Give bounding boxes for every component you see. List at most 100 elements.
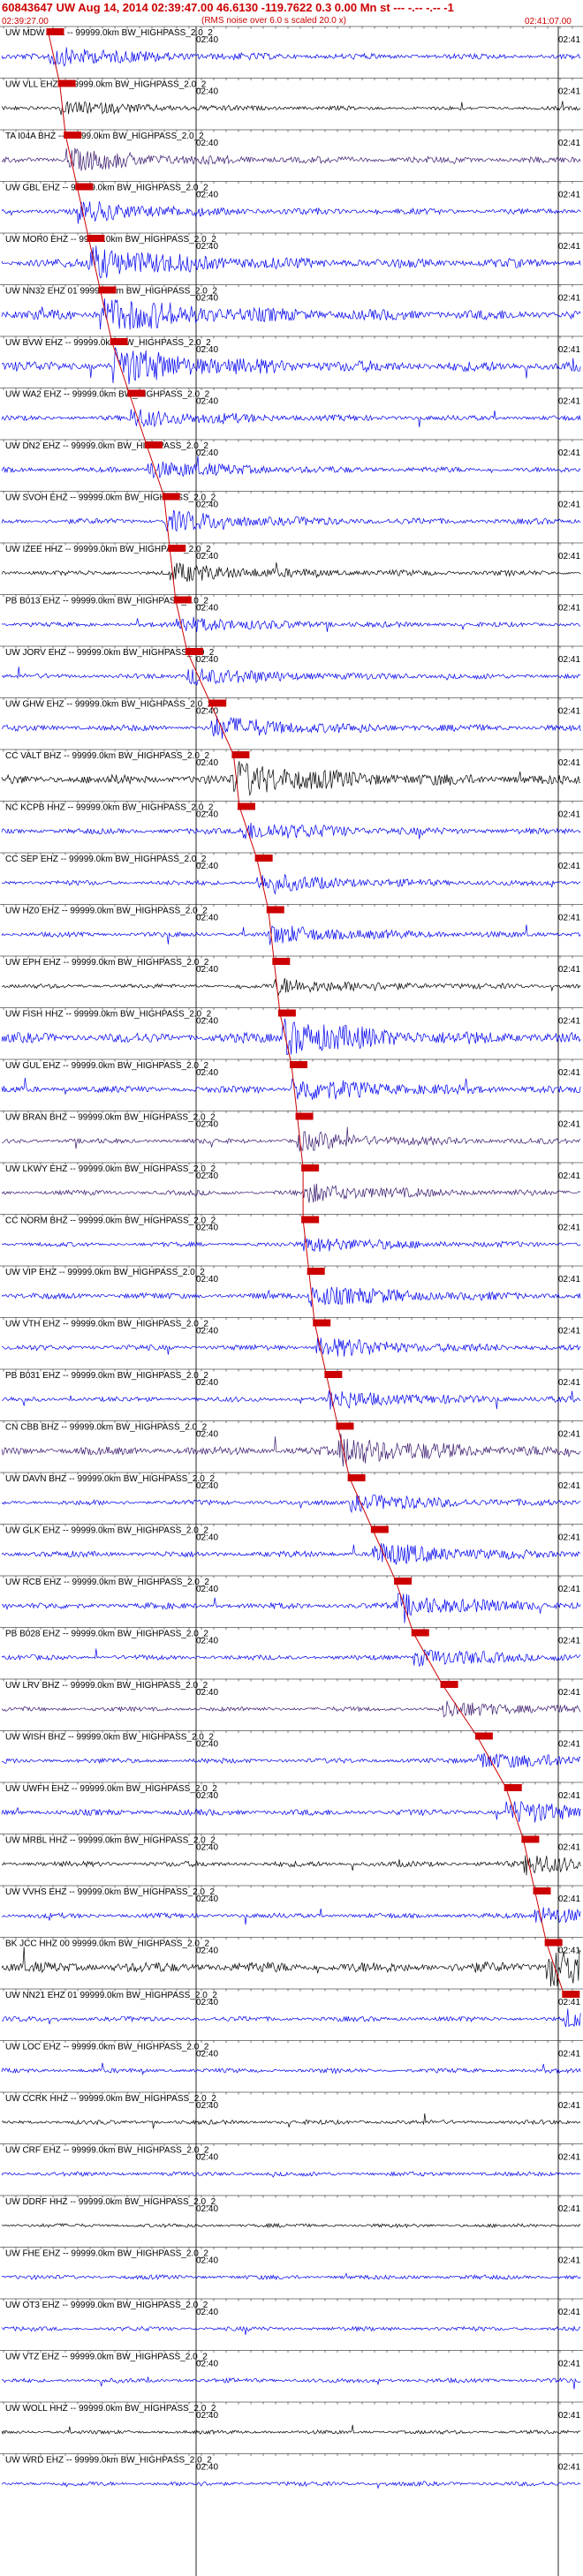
time-label-2: 02:41: [558, 862, 580, 871]
time-label-1: 02:40: [196, 2360, 218, 2369]
time-label-2: 02:41: [558, 2360, 580, 2369]
station-label: UW HZ0 EHZ -- 99999.0km BW_HIGHPASS_2.0_…: [5, 907, 208, 916]
station-label: CC NORM BHZ -- 99999.0km BW_HIGHPASS_2.0…: [5, 1216, 216, 1226]
waveform: [1, 2376, 581, 2390]
p-pick-marker: [168, 545, 186, 552]
waveform: [1, 2325, 581, 2335]
station-label: CC SEP EHZ -- 99999.0km BW_HIGHPASS_2.0_…: [5, 855, 207, 864]
time-label-1: 02:40: [196, 655, 218, 665]
time-label-1: 02:40: [196, 448, 218, 458]
time-label-2: 02:41: [558, 2204, 580, 2214]
time-label-1: 02:40: [196, 2463, 218, 2473]
time-label-1: 02:40: [196, 2153, 218, 2163]
trace-row: UW WISH BHZ -- 99999.0km BW_HIGHPASS_2.0…: [0, 1730, 583, 1768]
trace-row: UW NN21 EHZ 01 99999.0km BW_HIGHPASS_2.0…: [0, 1988, 583, 2028]
trace-row: UW LRV BHZ -- 99999.0km BW_HIGHPASS_2.0_…: [0, 1678, 583, 1718]
trace-row: PB B028 EHZ -- 99999.0km BW_HIGHPASS_2.0…: [0, 1627, 583, 1668]
trace-row: UW MOR0 EHZ -- 99999.0km BW_HIGHPASS_2.0…: [0, 232, 583, 279]
waveform: [1, 2481, 581, 2489]
time-label-1: 02:40: [196, 1017, 218, 1027]
time-label-1: 02:40: [196, 345, 218, 355]
time-label-2: 02:41: [558, 294, 580, 304]
grid-lines: [195, 26, 559, 2576]
time-label-2: 02:41: [558, 2050, 580, 2060]
station-label: CC VALT BHZ -- 99999.0km BW_HIGHPASS_2.0…: [5, 751, 209, 761]
waveform: [1, 761, 581, 796]
time-label-2: 02:41: [558, 1843, 580, 1853]
waveform: [1, 2113, 581, 2129]
waveform: [1, 1493, 581, 1514]
time-label-1: 02:40: [196, 2204, 218, 2214]
trace-row: TA I04A BHZ -- 99999.0km BW_HIGHPASS_2.0…: [0, 129, 583, 171]
waveform: [1, 201, 581, 224]
time-label-1: 02:40: [196, 1378, 218, 1388]
time-label-2: 02:41: [558, 87, 580, 97]
trace-row: UW VTH EHZ -- 99999.0km BW_HIGHPASS_2.0_…: [0, 1317, 583, 1357]
station-label: UW VTZ EHZ -- 99999.0km BW_HIGHPASS_2.0_…: [5, 2353, 208, 2362]
time-label-2: 02:41: [558, 1430, 580, 1440]
time-label-2: 02:41: [558, 914, 580, 923]
station-label: UW CRF EHZ -- 99999.0km BW_HIGHPASS_2.0_…: [5, 2146, 209, 2156]
time-label-2: 02:41: [558, 1688, 580, 1698]
trace-row: NC KCPB HHZ -- 99999.0km BW_HIGHPASS_2.0…: [0, 801, 583, 840]
station-label: UW WRD EHZ -- 99999.0km BW_HIGHPASS_2.0_…: [5, 2456, 212, 2466]
station-label: UW FHE EHZ -- 99999.0km BW_HIGHPASS_2.0_…: [5, 2249, 208, 2259]
station-label: UW GHW EHZ -- 99999.0km BW_HIGHPASS_2.0_…: [5, 700, 213, 710]
waveform: [1, 1907, 581, 1925]
waveform: [1, 245, 581, 279]
time-label-1: 02:40: [196, 1430, 218, 1440]
station-label: UW WA2 EHZ -- 99999.0km BW_HIGHPASS_2.0_…: [5, 390, 210, 400]
waveform: [1, 347, 581, 385]
waveform: [1, 147, 581, 171]
waveform: [1, 1018, 581, 1056]
waveform: [1, 101, 581, 116]
time-label-1: 02:40: [196, 1068, 218, 1078]
trace-row: UW LKWY EHZ -- 99999.0km BW_HIGHPASS_2.0…: [0, 1162, 583, 1203]
time-label-2: 02:41: [558, 2411, 580, 2421]
trace-row: UW JORV EHZ -- 99999.0km BW_HIGHPASS_2.0…: [0, 645, 583, 686]
trace-row: UW UWFH EHZ -- 99999.0km BW_HIGHPASS_2.0…: [0, 1781, 583, 1823]
waveform: [1, 924, 581, 945]
waveform: [1, 1433, 581, 1467]
time-label-2: 02:41: [558, 35, 580, 45]
station-label: UW MOR0 EHZ -- 99999.0km BW_HIGHPASS_2.0…: [5, 235, 216, 245]
time-label-1: 02:40: [196, 501, 218, 510]
time-label-2: 02:41: [558, 1791, 580, 1801]
time-label-2: 02:41: [558, 1998, 580, 2007]
waveform: [1, 822, 581, 840]
waveform: [1, 2062, 581, 2075]
p-pick-marker: [231, 751, 250, 758]
time-label-2: 02:41: [558, 1120, 580, 1130]
trace-row: CN CBB BHZ -- 99999.0km BW_HIGHPASS_2.0_…: [0, 1420, 583, 1467]
waveform: [1, 1337, 581, 1357]
time-label-2: 02:41: [558, 2256, 580, 2266]
station-label: UW SVOH EHZ -- 99999.0km BW_HIGHPASS_2.0…: [5, 493, 216, 503]
time-label-1: 02:40: [196, 1740, 218, 1750]
p-pick-marker: [411, 1629, 429, 1637]
station-label: UW LRV BHZ -- 99999.0km BW_HIGHPASS_2.0_…: [5, 1681, 208, 1691]
p-pick-marker: [266, 906, 284, 914]
rms-subtitle: (RMS noise over 6.0 s scaled 20.0 x): [201, 16, 346, 26]
time-label-1: 02:40: [196, 139, 218, 148]
waveform: [1, 1593, 581, 1623]
time-label-1: 02:40: [196, 1843, 218, 1853]
station-label: TA I04A BHZ -- 99999.0km BW_HIGHPASS_2.0…: [5, 132, 204, 141]
time-label-1: 02:40: [196, 1894, 218, 1904]
time-label-2: 02:41: [558, 191, 580, 200]
trace-row: UW WRD EHZ -- 99999.0km BW_HIGHPASS_2.0_…: [0, 2453, 583, 2489]
p-pick-marker: [307, 1268, 325, 1275]
trace-row: UW DN2 EHZ -- 99999.0km BW_HIGHPASS_2.0_…: [0, 439, 583, 478]
trace-row: UW FHE EHZ -- 99999.0km BW_HIGHPASS_2.0_…: [0, 2247, 583, 2281]
trace-row: UW VTZ EHZ -- 99999.0km BW_HIGHPASS_2.0_…: [0, 2350, 583, 2390]
station-label: UW VIP EHZ -- 99999.0km BW_HIGHPASS_2.0_…: [5, 1268, 205, 1277]
time-label-2: 02:41: [558, 1894, 580, 1904]
waveform: [1, 1855, 581, 1876]
station-label: UW GUL EHZ -- 99999.0km BW_HIGHPASS_2.0_…: [5, 1061, 209, 1071]
station-label: UW MDW EHZ -- 99999.0km BW_HIGHPASS_2.0_…: [5, 28, 213, 38]
trace-row: UW IZEE HHZ -- 99999.0km BW_HIGHPASS_2.0…: [0, 542, 583, 583]
station-label: UW UWFH EHZ -- 99999.0km BW_HIGHPASS_2.0…: [5, 1784, 217, 1794]
trace-row: CC NORM BHZ -- 99999.0km BW_HIGHPASS_2.0…: [0, 1214, 583, 1253]
station-label: NC KCPB HHZ -- 99999.0km BW_HIGHPASS_2.0…: [5, 803, 214, 813]
trace-row: PB B013 EHZ -- 99999.0km BW_HIGHPASS_2.0…: [0, 594, 583, 632]
station-label: UW VVHS EHZ -- 99999.0km BW_HIGHPASS_2.0…: [5, 1887, 216, 1897]
